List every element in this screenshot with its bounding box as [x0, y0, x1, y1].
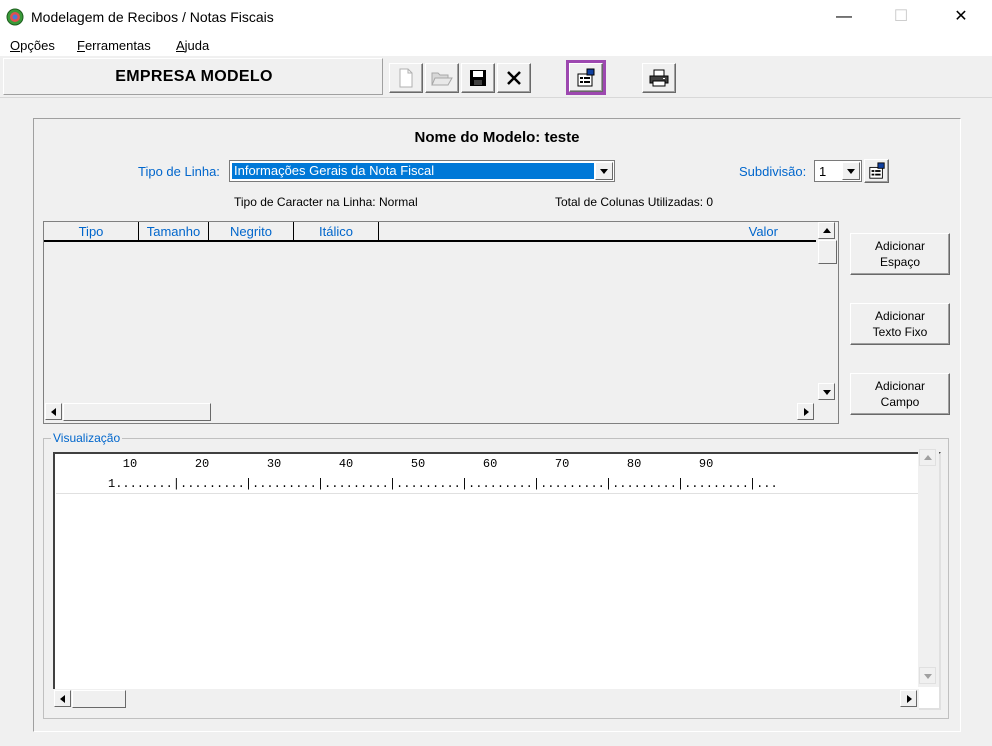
grid-header: Tipo Tamanho Negrito Itálico Valor: [44, 222, 816, 242]
grid-hscroll-thumb[interactable]: [63, 403, 211, 421]
company-panel: EMPRESA MODELO: [3, 58, 383, 95]
subdivision-select[interactable]: 1: [814, 160, 862, 182]
grid-scroll-left-button[interactable]: [45, 403, 62, 420]
fields-grid[interactable]: [43, 221, 839, 424]
line-type-select[interactable]: Informações Gerais da Nota Fiscal: [229, 160, 615, 182]
subdivision-label: Subdivisão:: [739, 164, 807, 179]
new-button[interactable]: [389, 63, 423, 93]
grid-scroll-down-button[interactable]: [818, 383, 835, 400]
company-name: EMPRESA MODELO: [115, 68, 273, 85]
vis-hscroll-thumb[interactable]: [72, 690, 126, 708]
app-globe-icon: [6, 8, 24, 26]
chevron-left-icon: [51, 408, 56, 416]
vis-scroll-right-button[interactable]: [900, 690, 917, 707]
new-document-icon: [399, 68, 413, 88]
print-icon: [649, 69, 669, 87]
add-field-button[interactable]: Adicionar Campo: [850, 373, 950, 415]
properties-button[interactable]: [569, 63, 603, 92]
line-type-label: Tipo de Linha:: [138, 164, 220, 179]
subdivision-value: 1: [819, 164, 827, 179]
print-button[interactable]: [642, 63, 676, 93]
minimize-button[interactable]: —: [821, 0, 867, 34]
line-type-value: Informações Gerais da Nota Fiscal: [232, 163, 594, 179]
char-type-text: Tipo de Caracter na Linha: Normal: [234, 195, 418, 209]
close-button[interactable]: ✕: [938, 0, 984, 34]
visualization-label: Visualização: [51, 431, 123, 445]
menu-opcoes[interactable]: Opções: [10, 38, 55, 53]
chevron-down-icon: [823, 390, 831, 395]
column-header-tipo[interactable]: Tipo: [44, 222, 139, 241]
properties-icon: [577, 68, 595, 86]
grid-scroll-up-button[interactable]: [818, 222, 835, 239]
vis-scroll-up-button[interactable]: [919, 449, 936, 466]
chevron-right-icon: [804, 408, 809, 416]
ruler-numbers: 10 20 30 40 50 60 70 80 90: [58, 457, 714, 471]
menu-ferramentas[interactable]: Ferramentas: [77, 38, 151, 53]
chevron-down-icon: [847, 169, 855, 174]
grid-scroll-right-button[interactable]: [797, 403, 814, 420]
model-title: Nome do Modelo: teste: [414, 129, 580, 146]
delete-x-icon: [507, 71, 521, 85]
save-disk-icon: [470, 70, 486, 86]
add-space-button[interactable]: Adicionar Espaço: [850, 233, 950, 275]
chevron-down-icon: [924, 674, 932, 679]
open-folder-icon: [431, 72, 453, 86]
maximize-button[interactable]: ☐: [878, 0, 924, 34]
properties-icon: [868, 162, 885, 179]
columns-used-text: Total de Colunas Utilizadas: 0: [555, 195, 714, 209]
chevron-up-icon: [924, 455, 932, 460]
open-button[interactable]: [425, 63, 459, 93]
grid-scroll-thumb[interactable]: [818, 240, 837, 264]
vis-vertical-scrollbar[interactable]: [918, 449, 939, 687]
save-button[interactable]: [461, 63, 495, 93]
chevron-right-icon: [907, 695, 912, 703]
chevron-left-icon: [60, 695, 65, 703]
window-title: Modelagem de Recibos / Notas Fiscais: [31, 9, 274, 25]
ruler-ticks: 1........|.........|.........|.........|…: [108, 477, 778, 491]
subdivision-dropdown-arrow[interactable]: [842, 162, 860, 180]
column-header-tamanho[interactable]: Tamanho: [139, 222, 209, 241]
vis-horizontal-scrollbar[interactable]: [53, 689, 919, 710]
line-type-dropdown-arrow[interactable]: [595, 162, 613, 180]
column-header-italico[interactable]: Itálico: [294, 222, 379, 241]
vis-scroll-down-button[interactable]: [919, 667, 936, 684]
delete-button[interactable]: [497, 63, 531, 93]
ruler-divider: [56, 493, 918, 494]
menu-ajuda[interactable]: Ajuda: [176, 38, 209, 53]
subdivision-properties-button[interactable]: [864, 159, 889, 183]
chevron-down-icon: [600, 169, 608, 174]
add-fixed-text-button[interactable]: Adicionar Texto Fixo: [850, 303, 950, 345]
vis-scroll-left-button[interactable]: [54, 690, 71, 707]
column-header-valor[interactable]: Valor: [379, 222, 816, 241]
chevron-up-icon: [823, 228, 831, 233]
column-header-negrito[interactable]: Negrito: [209, 222, 294, 241]
